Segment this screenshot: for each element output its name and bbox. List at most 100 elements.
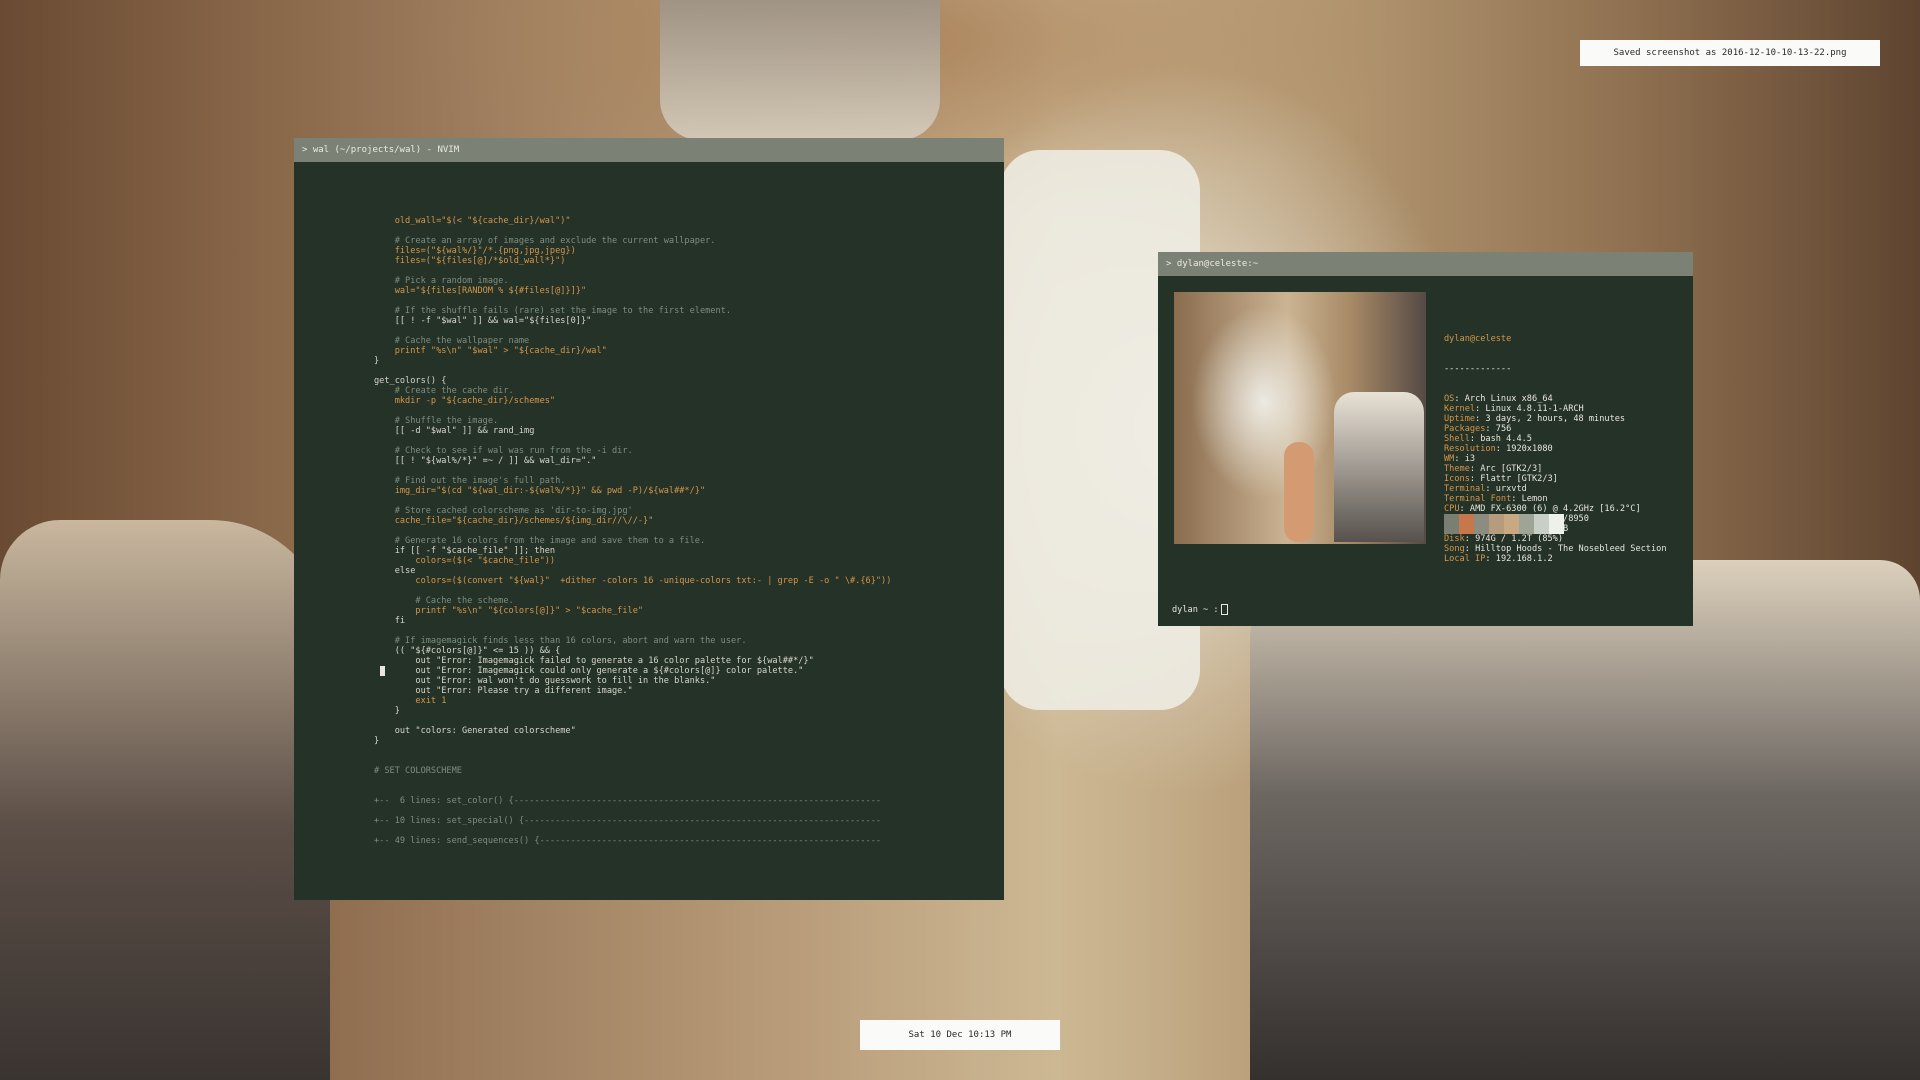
info-row: Terminal Font: Lemon [1444, 494, 1548, 504]
code-line: (( "${#colors[@]}" <= 15 )) && { [374, 646, 561, 656]
info-key: CPU [1444, 504, 1460, 514]
info-value: Arch Linux x86_64 [1464, 394, 1553, 404]
info-row: WM: i3 [1444, 454, 1476, 464]
terminal-title: > dylan@celeste:~ [1166, 259, 1259, 269]
color-swatch [1534, 514, 1549, 534]
info-value: Arc [GTK2/3] [1480, 464, 1543, 474]
code-line: } [374, 356, 380, 366]
info-row: Terminal: urxvtd [1444, 484, 1527, 494]
code-editor[interactable]: old_wall="$(< "${cache_dir}/wal")" # Cre… [374, 216, 891, 846]
terminal-titlebar[interactable]: > dylan@celeste:~ [1158, 252, 1693, 276]
code-line: # Find out the image's full path. [374, 476, 566, 486]
code-line: out "Error: Imagemagick could only gener… [374, 666, 804, 676]
info-row: CPU: AMD FX-6300 (6) @ 4.2GHz [16.2°C] [1444, 504, 1641, 514]
background-seat-left [0, 520, 330, 1080]
code-line: exit 1 [374, 696, 447, 706]
info-key: Uptime [1444, 414, 1476, 424]
info-value: bash 4.4.5 [1480, 434, 1532, 444]
code-line: wal="${files[RANDOM % ${#files[@]}]}" [374, 286, 587, 296]
info-key: OS [1444, 394, 1455, 404]
nvim-title: > wal (~/projects/wal) - NVIM [302, 145, 460, 155]
code-line: old_wall="$(< "${cache_dir}/wal")" [374, 216, 571, 226]
info-separator: ------------- [1444, 364, 1512, 374]
code-line: cache_file="${cache_dir}/schemes/${img_d… [374, 516, 654, 526]
code-line: get_colors() { [374, 376, 447, 386]
code-line: # Check to see if wal was run from the -… [374, 446, 633, 456]
color-swatch [1549, 514, 1564, 534]
background-vent [660, 0, 940, 140]
info-value: Flattr [GTK2/3] [1480, 474, 1558, 484]
color-swatch [1459, 514, 1474, 534]
info-value: 974G / 1.2T (85%) [1475, 534, 1564, 544]
code-line: out "Error: Please try a different image… [374, 686, 633, 696]
shell-prompt[interactable]: dylan ~ : [1172, 604, 1228, 615]
nvim-titlebar[interactable]: > wal (~/projects/wal) - NVIM [294, 138, 1004, 162]
code-line: out "colors: Generated colorscheme" [374, 726, 576, 736]
info-row: OS: Arch Linux x86_64 [1444, 394, 1553, 404]
info-key: Resolution [1444, 444, 1496, 454]
info-key: WM [1444, 454, 1455, 464]
code-line: colors=($(convert "${wal}" +dither -colo… [374, 576, 892, 586]
code-line: files=("${files[@]/*$old_wall*}") [374, 256, 566, 266]
code-line: out "Error: wal won't do guesswork to fi… [374, 676, 716, 686]
code-line: files=("${wal%/}"/*.{png,jpg,jpeg}) [374, 246, 576, 256]
prompt-text: dylan ~ : [1172, 605, 1219, 615]
info-key: Kernel [1444, 404, 1476, 414]
code-line: +-- 6 lines: set_color() {--------------… [374, 796, 882, 806]
code-line: else [374, 566, 416, 576]
info-row: Local IP: 192.168.1.2 [1444, 554, 1553, 564]
info-key: Terminal Font [1444, 494, 1512, 504]
info-row: Disk: 974G / 1.2T (85%) [1444, 534, 1564, 544]
code-line: colors=($(< "$cache_file")) [374, 556, 556, 566]
code-line: [[ ! "${wal%/*}" =~ / ]] && wal_dir="." [374, 456, 597, 466]
info-row: Shell: bash 4.4.5 [1444, 434, 1532, 444]
info-value: i3 [1464, 454, 1476, 464]
wallpaper-thumbnail [1174, 292, 1426, 544]
info-value: Lemon [1521, 494, 1548, 504]
info-key: Icons [1444, 474, 1470, 484]
code-line: printf "%s\n" "$wal" > "${cache_dir}/wal… [374, 346, 607, 356]
info-row: Theme: Arc [GTK2/3] [1444, 464, 1543, 474]
info-key: Song [1444, 544, 1465, 554]
info-value: 3 days, 2 hours, 48 minutes [1485, 414, 1626, 424]
terminal-window[interactable]: > dylan@celeste:~ dylan@celeste --------… [1158, 252, 1693, 626]
code-line: # Store cached colorscheme as 'dir-to-im… [374, 506, 633, 516]
code-line: +-- 10 lines: set_special() {-----------… [374, 816, 882, 826]
code-line: mkdir -p "${cache_dir}/schemes" [374, 396, 556, 406]
code-line: out "Error: Imagemagick failed to genera… [374, 656, 814, 666]
info-row: Packages: 756 [1444, 424, 1512, 434]
code-line: # Shuffle the image. [374, 416, 499, 426]
info-row: Uptime: 3 days, 2 hours, 48 minutes [1444, 414, 1626, 424]
code-line: fi [374, 616, 406, 626]
code-line: # SET COLORSCHEME [374, 766, 462, 776]
info-row: Song: Hilltop Hoods - The Nosebleed Sect… [1444, 544, 1667, 554]
info-key: Local IP [1444, 554, 1486, 564]
code-line: img_dir="$(cd "${wal_dir:-${wal%/*}}" &&… [374, 486, 706, 496]
color-swatch [1444, 514, 1459, 534]
terminal-cursor [1220, 604, 1228, 615]
nvim-window[interactable]: > wal (~/projects/wal) - NVIM old_wall="… [294, 138, 1004, 900]
info-value: Linux 4.8.11-1-ARCH [1485, 404, 1584, 414]
code-line: # Pick a random image. [374, 276, 509, 286]
color-swatch [1519, 514, 1534, 534]
info-value: Hilltop Hoods - The Nosebleed Section [1475, 544, 1667, 554]
info-row: Resolution: 1920x1080 [1444, 444, 1553, 454]
code-line: [[ -d "$wal" ]] && rand_img [374, 426, 535, 436]
info-key: Shell [1444, 434, 1470, 444]
code-line: # Create the cache dir. [374, 386, 514, 396]
